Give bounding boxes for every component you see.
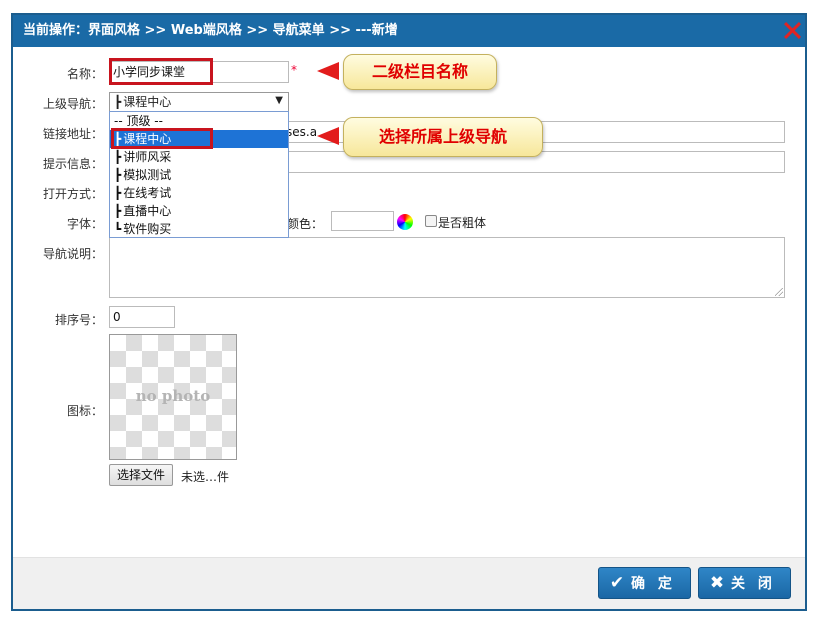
callout-arrow-icon [317, 127, 339, 145]
color-label: 颜色： [287, 217, 324, 231]
name-label: 名称： [66, 67, 103, 81]
open-mode-label: 打开方式： [42, 187, 103, 201]
close-button[interactable]: ✖ 关 闭 [698, 567, 791, 599]
description-label: 导航说明： [42, 247, 103, 261]
order-label: 排序号： [54, 313, 103, 327]
check-icon: ✔ [609, 573, 625, 593]
tree-branch-icon: ┣ [114, 95, 122, 109]
parent-nav-label: 上级导航： [42, 97, 103, 111]
dropdown-option[interactable]: ┣ 在线考试 [110, 184, 288, 202]
dropdown-option[interactable]: ┣ 直播中心 [110, 202, 288, 220]
confirm-button[interactable]: ✔ 确 定 [598, 567, 691, 599]
close-icon[interactable] [783, 21, 801, 39]
color-input[interactable] [331, 211, 394, 231]
parent-nav-select[interactable]: ┣ 课程中心 ▼ [109, 92, 289, 112]
icon-label: 图标： [66, 404, 103, 418]
parent-nav-dropdown: -- 顶级 -- ┣ 课程中心 ┣ 讲师风采 ┣ 模拟测试 ┣ 在线考试 ┣ 直播中心 ┗… [109, 111, 289, 238]
dropdown-option-selected[interactable]: ┣ 课程中心 [110, 130, 288, 148]
file-status-text: 未选…件 [181, 470, 230, 484]
dialog-window: 当前操作：界面风格 >> Web端风格 >> 导航菜单 >> ---新增 名称：… [11, 13, 807, 611]
dropdown-option[interactable]: ┣ 模拟测试 [110, 166, 288, 184]
bold-label: 是否粗体 [438, 216, 487, 230]
dropdown-option[interactable]: -- 顶级 -- [110, 112, 288, 130]
callout-parent: 选择所属上级导航 [343, 117, 543, 157]
color-picker-icon[interactable] [397, 214, 413, 230]
order-input[interactable]: 0 [109, 306, 175, 328]
parent-nav-value: 课程中心 [123, 95, 172, 109]
name-input[interactable]: 小学同步课堂 [109, 61, 289, 83]
titlebar: 当前操作：界面风格 >> Web端风格 >> 导航菜单 >> ---新增 [13, 15, 805, 47]
choose-file-button[interactable]: 选择文件 [109, 464, 174, 486]
callout-name: 二级栏目名称 [343, 54, 497, 90]
dialog-title: 当前操作：界面风格 >> Web端风格 >> 导航菜单 >> ---新增 [23, 23, 398, 38]
callout-arrow-icon [317, 62, 339, 80]
dropdown-option[interactable]: ┗ 软件购买 [110, 220, 288, 238]
required-mark: * [291, 63, 297, 77]
link-label: 链接地址： [42, 127, 103, 141]
no-photo-image: no photo [109, 334, 237, 460]
font-label: 字体： [66, 217, 103, 231]
resize-handle-icon[interactable] [775, 288, 783, 296]
dropdown-arrow-icon: ▼ [275, 95, 283, 106]
bold-checkbox[interactable] [425, 215, 437, 227]
cross-icon: ✖ [709, 573, 725, 593]
no-photo-text: no photo [135, 387, 211, 405]
tip-label: 提示信息： [42, 157, 103, 171]
dropdown-option[interactable]: ┣ 讲师风采 [110, 148, 288, 166]
dialog-footer: ✔ 确 定 ✖ 关 闭 [13, 557, 805, 609]
description-textarea[interactable] [109, 237, 785, 298]
